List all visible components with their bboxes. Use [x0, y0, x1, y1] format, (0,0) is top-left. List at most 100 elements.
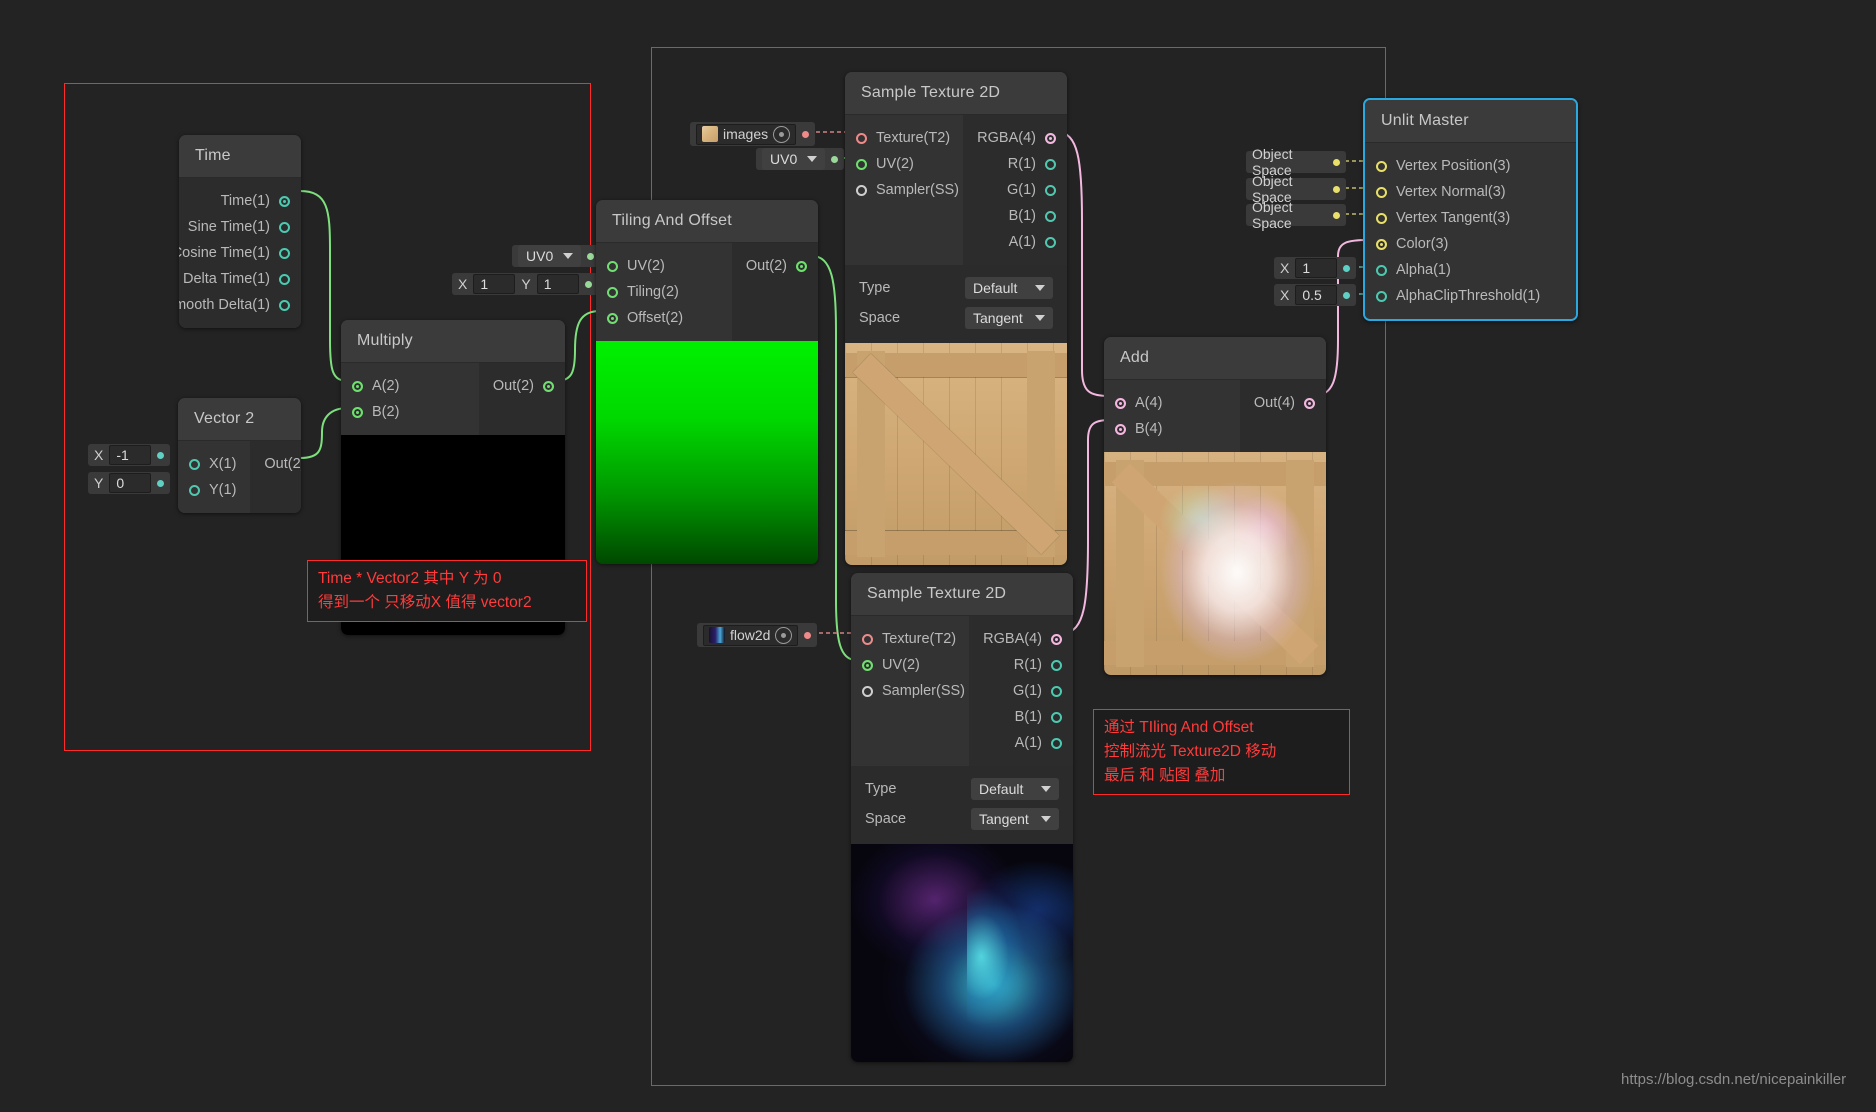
- top-sample-uv-dropdown[interactable]: UV0: [762, 148, 826, 170]
- widget-port-dot-icon[interactable]: [804, 631, 812, 639]
- widget-port-dot-icon[interactable]: [831, 155, 839, 163]
- port-multiply-out[interactable]: Out(2): [479, 373, 565, 399]
- widget-port-dot-icon[interactable]: [1333, 211, 1340, 219]
- port-add-b[interactable]: B(4): [1104, 416, 1240, 442]
- port-dot-icon[interactable]: [1376, 238, 1387, 250]
- port-dot-icon[interactable]: [1115, 397, 1126, 409]
- port-dot-icon[interactable]: [1376, 212, 1387, 224]
- port-dot-icon[interactable]: [279, 221, 290, 233]
- port-bottom-g[interactable]: G(1): [999, 678, 1073, 704]
- port-time-out-2[interactable]: Cosine Time(1): [179, 240, 301, 266]
- port-top-texture[interactable]: Texture(T2): [845, 125, 963, 151]
- port-tiling-out[interactable]: Out(2): [732, 253, 818, 279]
- port-multiply-a[interactable]: A(2): [341, 373, 479, 399]
- port-vector2-out[interactable]: Out(2): [250, 451, 301, 477]
- port-top-rgba[interactable]: RGBA(4): [963, 125, 1067, 151]
- node-unlit-master[interactable]: Unlit Master Vertex Position(3) Vertex N…: [1363, 98, 1578, 321]
- port-dot-icon[interactable]: [1115, 423, 1126, 435]
- port-dot-icon[interactable]: [1051, 685, 1062, 697]
- port-vertex-tangent[interactable]: Vertex Tangent(3): [1365, 205, 1576, 231]
- port-bottom-b[interactable]: B(1): [1001, 704, 1073, 730]
- port-dot-icon[interactable]: [1045, 210, 1056, 222]
- port-vector2-x[interactable]: X(1): [178, 451, 250, 477]
- widget-port-dot-icon[interactable]: [1333, 185, 1340, 193]
- port-alpha[interactable]: Alpha(1): [1365, 257, 1576, 283]
- port-tiling-uv[interactable]: UV(2): [596, 253, 732, 279]
- port-add-a[interactable]: A(4): [1104, 390, 1240, 416]
- port-bottom-uv[interactable]: UV(2): [851, 652, 969, 678]
- bottom-sample-type-dropdown[interactable]: Default: [971, 778, 1059, 800]
- port-dot-icon[interactable]: [1051, 633, 1062, 645]
- port-color[interactable]: Color(3): [1365, 231, 1576, 257]
- port-dot-icon[interactable]: [279, 195, 290, 207]
- node-sample-texture-bottom[interactable]: Sample Texture 2D Texture(T2) UV(2) Samp…: [851, 573, 1073, 1062]
- port-vector2-y[interactable]: Y(1): [178, 477, 250, 503]
- port-add-out[interactable]: Out(4): [1240, 390, 1326, 416]
- alpha-clip-x-field[interactable]: 0.5: [1295, 285, 1338, 305]
- port-dot-icon[interactable]: [279, 299, 290, 311]
- port-dot-icon[interactable]: [543, 380, 554, 392]
- port-bottom-a[interactable]: A(1): [1001, 730, 1073, 756]
- port-dot-icon[interactable]: [352, 406, 363, 418]
- port-top-r[interactable]: R(1): [994, 151, 1067, 177]
- port-dot-icon[interactable]: [1304, 397, 1315, 409]
- port-dot-icon[interactable]: [1376, 186, 1387, 198]
- port-dot-icon[interactable]: [1045, 158, 1056, 170]
- port-dot-icon[interactable]: [1051, 737, 1062, 749]
- widget-port-dot-icon[interactable]: [802, 130, 810, 138]
- port-alpha-clip-threshold[interactable]: AlphaClipThreshold(1): [1365, 283, 1576, 309]
- widget-port-dot-icon[interactable]: [157, 451, 165, 459]
- flow2d-property-widget[interactable]: flow2d: [697, 623, 818, 647]
- port-vertex-position[interactable]: Vertex Position(3): [1365, 153, 1576, 179]
- port-time-out-3[interactable]: Delta Time(1): [179, 266, 301, 292]
- port-tiling-offset[interactable]: Offset(2): [596, 305, 732, 331]
- port-dot-icon[interactable]: [279, 247, 290, 259]
- alpha-value-widget[interactable]: X 1: [1274, 257, 1357, 279]
- port-dot-icon[interactable]: [1376, 264, 1387, 276]
- port-dot-icon[interactable]: [1051, 711, 1062, 723]
- port-top-sampler[interactable]: Sampler(SS): [845, 177, 963, 203]
- port-dot-icon[interactable]: [352, 380, 363, 392]
- top-sample-uv-dropdown-widget[interactable]: UV0: [756, 148, 845, 170]
- node-vector2[interactable]: Vector 2 X(1) Y(1) Out(2): [178, 398, 301, 513]
- port-top-a[interactable]: A(1): [995, 229, 1067, 255]
- port-time-out-1[interactable]: Sine Time(1): [179, 214, 301, 240]
- vector2-x-field[interactable]: -1: [109, 445, 152, 465]
- widget-port-dot-icon[interactable]: [1333, 158, 1340, 166]
- port-dot-icon[interactable]: [189, 458, 200, 470]
- port-dot-icon[interactable]: [862, 685, 873, 697]
- port-top-g[interactable]: G(1): [993, 177, 1067, 203]
- port-multiply-b[interactable]: B(2): [341, 399, 479, 425]
- port-dot-icon[interactable]: [279, 273, 290, 285]
- port-vertex-normal[interactable]: Vertex Normal(3): [1365, 179, 1576, 205]
- vertex-position-space-widget[interactable]: Object Space: [1246, 146, 1346, 178]
- bottom-sample-space-dropdown[interactable]: Tangent: [971, 808, 1059, 830]
- object-picker-icon[interactable]: [775, 626, 793, 644]
- node-sample-texture-top[interactable]: Sample Texture 2D Texture(T2) UV(2) Samp…: [845, 72, 1067, 565]
- port-time-out-0[interactable]: Time(1): [179, 188, 301, 214]
- port-dot-icon[interactable]: [862, 659, 873, 671]
- widget-port-dot-icon[interactable]: [584, 280, 592, 288]
- tiling-x-field[interactable]: 1: [473, 274, 516, 294]
- images-property-widget[interactable]: images: [690, 122, 816, 146]
- port-dot-icon[interactable]: [856, 132, 867, 144]
- vertex-normal-space-widget[interactable]: Object Space: [1246, 173, 1346, 205]
- port-dot-icon[interactable]: [862, 633, 873, 645]
- port-top-uv[interactable]: UV(2): [845, 151, 963, 177]
- tiling-y-field[interactable]: 1: [536, 274, 579, 294]
- port-dot-icon[interactable]: [856, 158, 867, 170]
- port-dot-icon[interactable]: [1045, 236, 1056, 248]
- node-add[interactable]: Add A(4) B(4) Out(4): [1104, 337, 1326, 675]
- widget-port-dot-icon[interactable]: [587, 252, 595, 260]
- port-dot-icon[interactable]: [856, 184, 867, 196]
- port-time-out-4[interactable]: Smooth Delta(1): [179, 292, 301, 318]
- port-bottom-rgba[interactable]: RGBA(4): [969, 626, 1073, 652]
- port-dot-icon[interactable]: [1045, 132, 1056, 144]
- alpha-clip-threshold-widget[interactable]: X 0.5: [1274, 284, 1357, 306]
- vector2-y-field[interactable]: 0: [109, 473, 152, 493]
- vertex-tangent-space-widget[interactable]: Object Space: [1246, 199, 1346, 231]
- port-dot-icon[interactable]: [607, 286, 618, 298]
- port-dot-icon[interactable]: [1045, 184, 1056, 196]
- port-dot-icon[interactable]: [1051, 659, 1062, 671]
- port-bottom-r[interactable]: R(1): [1000, 652, 1073, 678]
